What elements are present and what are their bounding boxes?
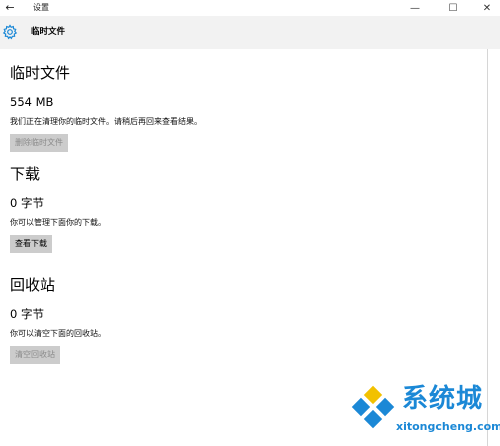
downloads-size: 0 字节 [10,196,44,210]
watermark-domain: xitongcheng.com [396,420,500,433]
temp-section-title: 临时文件 [10,64,71,82]
temp-size: 554 MB [10,95,54,109]
watermark: 系统城 xitongcheng.com [346,382,500,444]
watermark-brand: 系统城 [402,384,484,414]
temp-description: 我们正在清理你的临时文件。请稍后再回来查看结果。 [10,117,202,126]
page-title: 临时文件 [31,27,66,37]
close-button[interactable]: ✕ [474,0,500,16]
window-title: 设置 [33,3,49,12]
recycle-section-title: 回收站 [10,276,56,294]
recycle-size: 0 字节 [10,307,44,321]
delete-temp-files-button[interactable]: 删除临时文件 [10,134,68,152]
back-arrow-icon[interactable]: ← [3,0,17,16]
empty-recycle-bin-button[interactable]: 清空回收站 [10,346,60,364]
page-header: 临时文件 [0,16,500,49]
title-bar: ← 设置 — ☐ ✕ [0,0,500,16]
maximize-button[interactable]: ☐ [440,0,466,16]
view-downloads-button[interactable]: 查看下载 [10,235,52,253]
gear-icon [2,24,18,40]
downloads-section-title: 下载 [10,165,41,183]
downloads-description: 你可以管理下面你的下载。 [10,218,106,227]
windows-logo-icon [351,385,395,429]
recycle-description: 你可以清空下面的回收站。 [10,329,106,338]
minimize-button[interactable]: — [402,0,428,16]
